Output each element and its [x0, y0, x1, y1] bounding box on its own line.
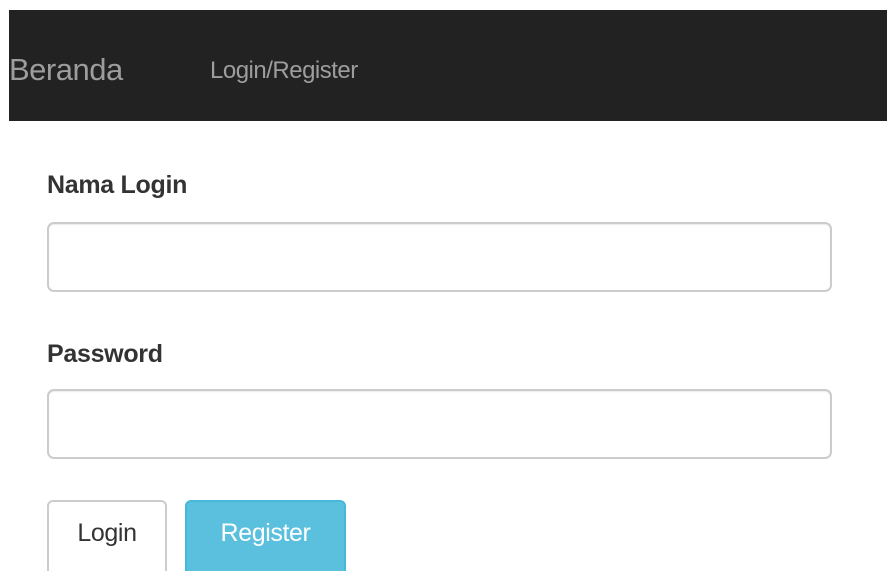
register-button-label: Register: [220, 518, 311, 547]
navbar-brand-link[interactable]: Beranda: [9, 52, 123, 88]
login-button-label: Login: [77, 518, 137, 547]
username-label: Nama Login: [47, 171, 188, 199]
nav-link-login-register[interactable]: Login/Register: [210, 57, 358, 85]
top-navbar: Beranda Login/Register: [9, 10, 887, 121]
username-input[interactable]: [47, 222, 832, 292]
password-label: Password: [47, 340, 163, 368]
password-input[interactable]: [47, 389, 832, 459]
register-button[interactable]: Register: [185, 500, 346, 571]
login-button[interactable]: Login: [47, 500, 167, 571]
page: Beranda Login/Register Nama Login Passwo…: [0, 0, 887, 571]
